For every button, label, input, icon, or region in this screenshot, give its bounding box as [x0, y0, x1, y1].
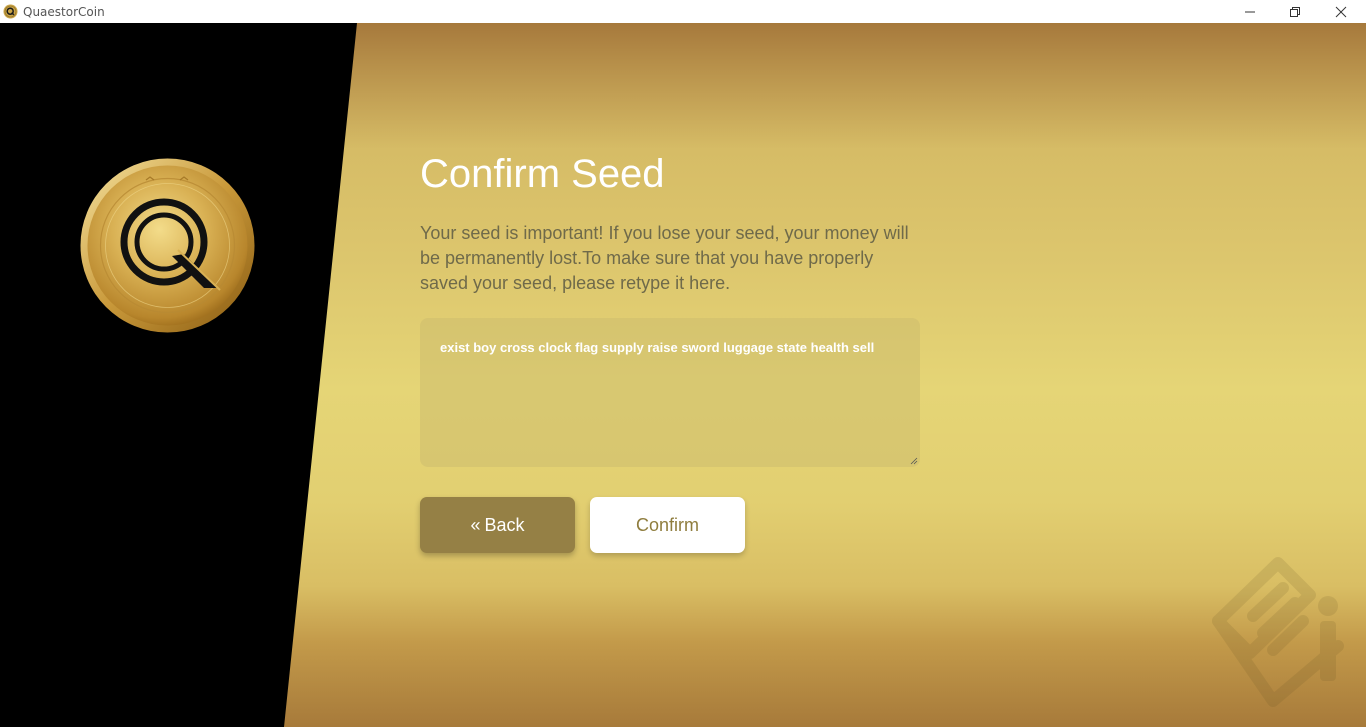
- seed-description: Your seed is important! If you lose your…: [420, 223, 909, 293]
- main-content: Confirm Seed Your seed is important! If …: [0, 23, 1366, 727]
- seed-input[interactable]: exist boy cross clock flag supply raise …: [420, 318, 920, 467]
- seed-input-value: exist boy cross clock flag supply raise …: [440, 340, 875, 355]
- document-edit-icon: [1212, 557, 1344, 707]
- maximize-button[interactable]: [1272, 0, 1318, 23]
- confirm-button-label: Confirm: [635, 514, 699, 535]
- back-button[interactable]: « Back: [420, 497, 575, 553]
- minimize-button[interactable]: [1227, 0, 1273, 23]
- back-button-label: Back: [484, 514, 525, 535]
- resize-grip-icon[interactable]: [910, 457, 918, 465]
- confirm-button[interactable]: Confirm: [590, 497, 745, 553]
- window-title: QuaestorCoin: [23, 5, 105, 19]
- page-title: Confirm Seed: [420, 152, 665, 196]
- double-chevron-left-icon: «: [470, 514, 481, 535]
- close-button[interactable]: [1318, 0, 1364, 23]
- close-icon: [1335, 6, 1347, 17]
- quaestor-coin-logo: [80, 158, 255, 333]
- window-titlebar: QuaestorCoin: [0, 0, 1366, 23]
- maximize-icon: [1290, 6, 1300, 17]
- left-brand-panel: [0, 23, 357, 727]
- minimize-icon: [1245, 11, 1255, 12]
- coin-app-icon: [3, 4, 18, 19]
